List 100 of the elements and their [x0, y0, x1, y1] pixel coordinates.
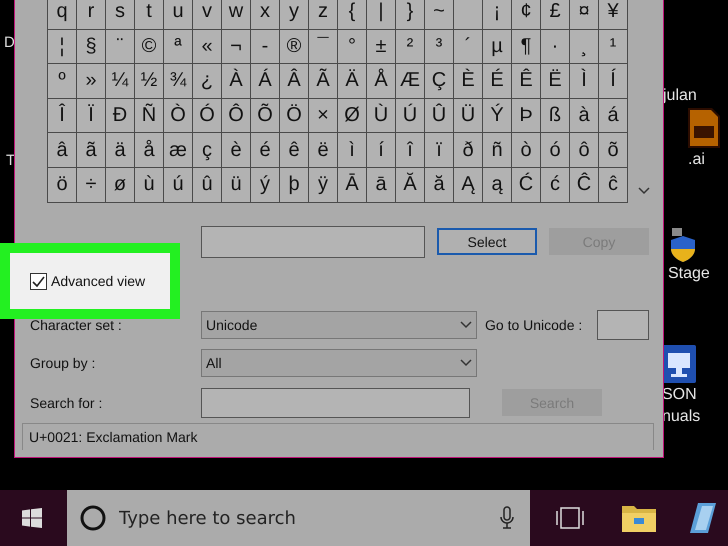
character-cell[interactable]: ā: [367, 168, 395, 202]
character-cell[interactable]: ã: [77, 133, 105, 167]
group-by-dropdown[interactable]: All: [201, 348, 477, 377]
character-cell[interactable]: ă: [425, 168, 453, 202]
character-cell[interactable]: Ë: [541, 64, 569, 98]
character-cell[interactable]: ®: [280, 30, 308, 64]
character-cell[interactable]: á: [599, 98, 627, 132]
character-cell[interactable]: z: [309, 0, 337, 29]
character-cell[interactable]: ó: [541, 133, 569, 167]
character-cell[interactable]: ¾: [164, 64, 192, 98]
character-cell[interactable]: ý: [251, 168, 279, 202]
character-cell[interactable]: Ì: [570, 64, 598, 98]
character-cell[interactable]: Î: [48, 98, 76, 132]
character-cell[interactable]: Ò: [164, 98, 192, 132]
scroll-down-icon[interactable]: [638, 186, 650, 195]
character-cell[interactable]: ñ: [483, 133, 511, 167]
character-cell[interactable]: Õ: [251, 98, 279, 132]
character-cell[interactable]: Í: [599, 64, 627, 98]
character-cell[interactable]: Ù: [367, 98, 395, 132]
character-cell[interactable]: æ: [164, 133, 192, 167]
character-cell[interactable]: Ć: [512, 168, 540, 202]
character-cell[interactable]: õ: [599, 133, 627, 167]
character-cell[interactable]: q: [48, 0, 76, 29]
character-cell[interactable]: ê: [280, 133, 308, 167]
application-icon[interactable]: [688, 503, 718, 533]
character-cell[interactable]: ú: [164, 168, 192, 202]
computer-icon[interactable]: [662, 345, 696, 383]
character-cell[interactable]: ´: [454, 30, 482, 64]
character-cell[interactable]: |: [367, 0, 395, 29]
character-cell[interactable]: Ç: [425, 64, 453, 98]
character-cell[interactable]: r: [77, 0, 105, 29]
character-cell[interactable]: ©: [135, 30, 163, 64]
character-cell[interactable]: Á: [251, 64, 279, 98]
windows-icon[interactable]: [22, 508, 42, 528]
character-cell[interactable]: {: [338, 0, 366, 29]
character-cell[interactable]: ß: [541, 98, 569, 132]
character-cell[interactable]: ô: [570, 133, 598, 167]
character-cell[interactable]: ¤: [570, 0, 598, 29]
folder-icon[interactable]: [622, 504, 656, 532]
character-cell[interactable]: ć: [541, 168, 569, 202]
character-cell[interactable]: Ð: [106, 98, 134, 132]
character-cell[interactable]: £: [541, 0, 569, 29]
character-cell[interactable]: Ā: [338, 168, 366, 202]
character-cell[interactable]: ~: [425, 0, 453, 29]
character-cell[interactable]: ¶: [512, 30, 540, 64]
character-cell[interactable]: ë: [309, 133, 337, 167]
character-cell[interactable]: µ: [483, 30, 511, 64]
search-field[interactable]: [201, 388, 470, 418]
character-cell[interactable]: ¯: [309, 30, 337, 64]
character-cell[interactable]: }: [396, 0, 424, 29]
character-cell[interactable]: þ: [280, 168, 308, 202]
character-cell[interactable]: ¥: [599, 0, 627, 29]
taskbar-search-field[interactable]: Type here to search: [67, 490, 530, 546]
character-cell[interactable]: ¡: [483, 0, 511, 29]
character-cell[interactable]: s: [106, 0, 134, 29]
character-cell[interactable]: È: [454, 64, 482, 98]
microphone-icon[interactable]: [500, 506, 514, 530]
character-cell[interactable]: ü: [222, 168, 250, 202]
shield-icon[interactable]: [668, 228, 698, 262]
character-cell[interactable]: Ą: [454, 168, 482, 202]
character-cell[interactable]: t: [135, 0, 163, 29]
character-cell[interactable]: ä: [106, 133, 134, 167]
character-cell[interactable]: ĉ: [599, 168, 627, 202]
character-cell[interactable]: Ã: [309, 64, 337, 98]
character-cell[interactable]: Ê: [512, 64, 540, 98]
character-cell[interactable]: ¸: [570, 30, 598, 64]
character-cell[interactable]: ª: [164, 30, 192, 64]
character-cell[interactable]: ò: [512, 133, 540, 167]
character-cell[interactable]: ¢: [512, 0, 540, 29]
character-cell[interactable]: Ï: [77, 98, 105, 132]
character-cell[interactable]: Å: [367, 64, 395, 98]
advanced-view-checkbox[interactable]: Advanced view: [30, 272, 146, 290]
character-cell[interactable]: «: [193, 30, 221, 64]
go-to-unicode-field[interactable]: [597, 310, 649, 340]
character-cell[interactable]: è: [222, 133, 250, 167]
character-cell[interactable]: Û: [425, 98, 453, 132]
character-cell[interactable]: ·: [541, 30, 569, 64]
character-cell[interactable]: v: [193, 0, 221, 29]
character-cell[interactable]: å: [135, 133, 163, 167]
character-cell[interactable]: ö: [48, 168, 76, 202]
character-cell[interactable]: Ø: [338, 98, 366, 132]
character-cell[interactable]: Ú: [396, 98, 424, 132]
character-cell[interactable]: °: [338, 30, 366, 64]
character-cell[interactable]: »: [77, 64, 105, 98]
character-cell[interactable]: ±: [367, 30, 395, 64]
character-cell[interactable]: §: [77, 30, 105, 64]
character-cell[interactable]: ¼: [106, 64, 134, 98]
character-cell[interactable]: Þ: [512, 98, 540, 132]
character-cell[interactable]: -: [251, 30, 279, 64]
character-cell[interactable]: û: [193, 168, 221, 202]
character-cell[interactable]: ³: [425, 30, 453, 64]
character-cell[interactable]: Æ: [396, 64, 424, 98]
character-cell[interactable]: î: [396, 133, 424, 167]
search-input[interactable]: Type here to search: [119, 506, 488, 530]
character-cell[interactable]: ç: [193, 133, 221, 167]
character-cell[interactable]: ÷: [77, 168, 105, 202]
character-cell[interactable]: ¬: [222, 30, 250, 64]
character-cell[interactable]: À: [222, 64, 250, 98]
character-cell[interactable]: ¿: [193, 64, 221, 98]
character-cell[interactable]: Ñ: [135, 98, 163, 132]
